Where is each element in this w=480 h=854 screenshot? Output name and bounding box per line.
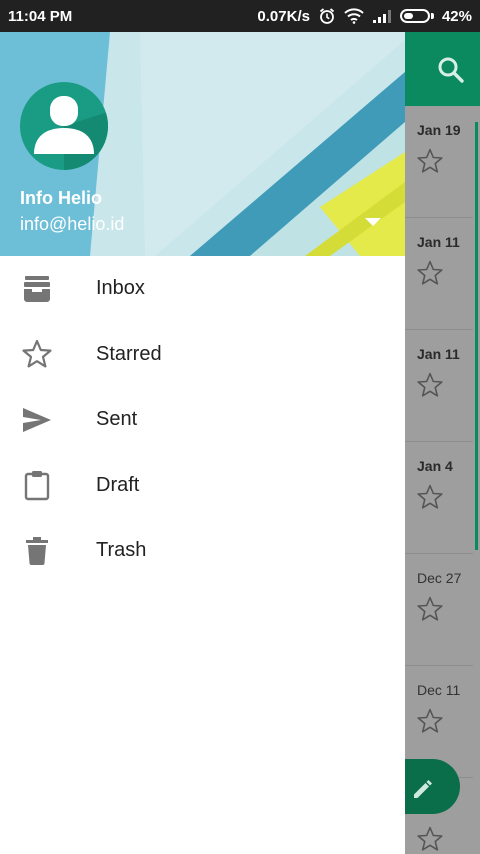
account-email: info@helio.id [20, 214, 125, 234]
drawer-item-label: Trash [96, 539, 147, 562]
drawer-item-sent[interactable]: Sent [0, 387, 405, 453]
avatar[interactable] [20, 82, 108, 170]
list-item-date: Jan 19 [417, 122, 461, 138]
drawer-item-label: Draft [96, 473, 140, 496]
list-item-date: Dec 27 [417, 570, 462, 586]
status-bar: 11:04 PM 0.07K/s 42% [0, 0, 480, 32]
list-item-date: Jan 11 [417, 346, 460, 362]
signal-icon [372, 9, 392, 23]
status-icons: 0.07K/s 42% [257, 7, 472, 25]
list-item[interactable]: Dec 27 [405, 554, 473, 666]
drawer-item-label: Inbox [96, 277, 145, 300]
trash-icon [20, 534, 54, 568]
search-icon[interactable] [437, 56, 465, 89]
drawer-header: Info Helio info@helio.id [0, 32, 405, 256]
send-icon [20, 403, 54, 437]
pencil-icon [414, 780, 432, 798]
alarm-icon [318, 7, 336, 25]
battery-percent: 42% [441, 7, 472, 25]
account-switcher-button[interactable] [356, 208, 390, 236]
drawer-item-label: Starred [96, 342, 162, 365]
battery-icon [399, 9, 434, 23]
list-item-date: Dec 11 [417, 682, 461, 698]
list-item-date: Jan 11 [417, 234, 460, 250]
drawer-item-label: Sent [96, 408, 138, 431]
account-name: Info Helio [20, 188, 102, 208]
drawer-item-starred[interactable]: Starred [0, 322, 405, 388]
wifi-icon [344, 8, 364, 24]
drawer-item-trash[interactable]: Trash [0, 518, 405, 584]
star-icon[interactable] [416, 371, 444, 404]
app-bar [405, 32, 480, 106]
star-icon[interactable] [416, 595, 444, 628]
star-icon[interactable] [416, 259, 444, 292]
clipboard-icon [20, 468, 54, 502]
background-mail-list: Jan 19 Jan 11 Jan 11 Jan 4 Dec 27 Dec 11 [405, 32, 480, 854]
status-time: 11:04 PM [8, 7, 73, 25]
star-icon[interactable] [416, 707, 444, 740]
list-item[interactable]: Jan 11 [405, 218, 473, 330]
list-item[interactable]: Jan 4 [405, 442, 473, 554]
drawer-menu: Inbox Starred Sent Draft Trash [0, 256, 405, 584]
list-item[interactable]: Jan 19 [405, 106, 473, 218]
star-icon[interactable] [416, 825, 444, 854]
star-icon [20, 337, 54, 371]
star-icon[interactable] [416, 147, 444, 180]
navigation-drawer: Info Helio info@helio.id Inbox Starred S… [0, 32, 405, 854]
compose-button[interactable] [405, 759, 460, 814]
network-speed: 0.07K/s [257, 7, 310, 25]
drawer-item-inbox[interactable]: Inbox [0, 256, 405, 322]
inbox-icon [20, 272, 54, 306]
list-item-date: Jan 4 [417, 458, 453, 474]
star-icon[interactable] [416, 483, 444, 516]
scroll-indicator [475, 122, 478, 550]
dropdown-arrow-icon [365, 218, 381, 226]
drawer-item-draft[interactable]: Draft [0, 453, 405, 519]
list-item[interactable]: Jan 11 [405, 330, 473, 442]
